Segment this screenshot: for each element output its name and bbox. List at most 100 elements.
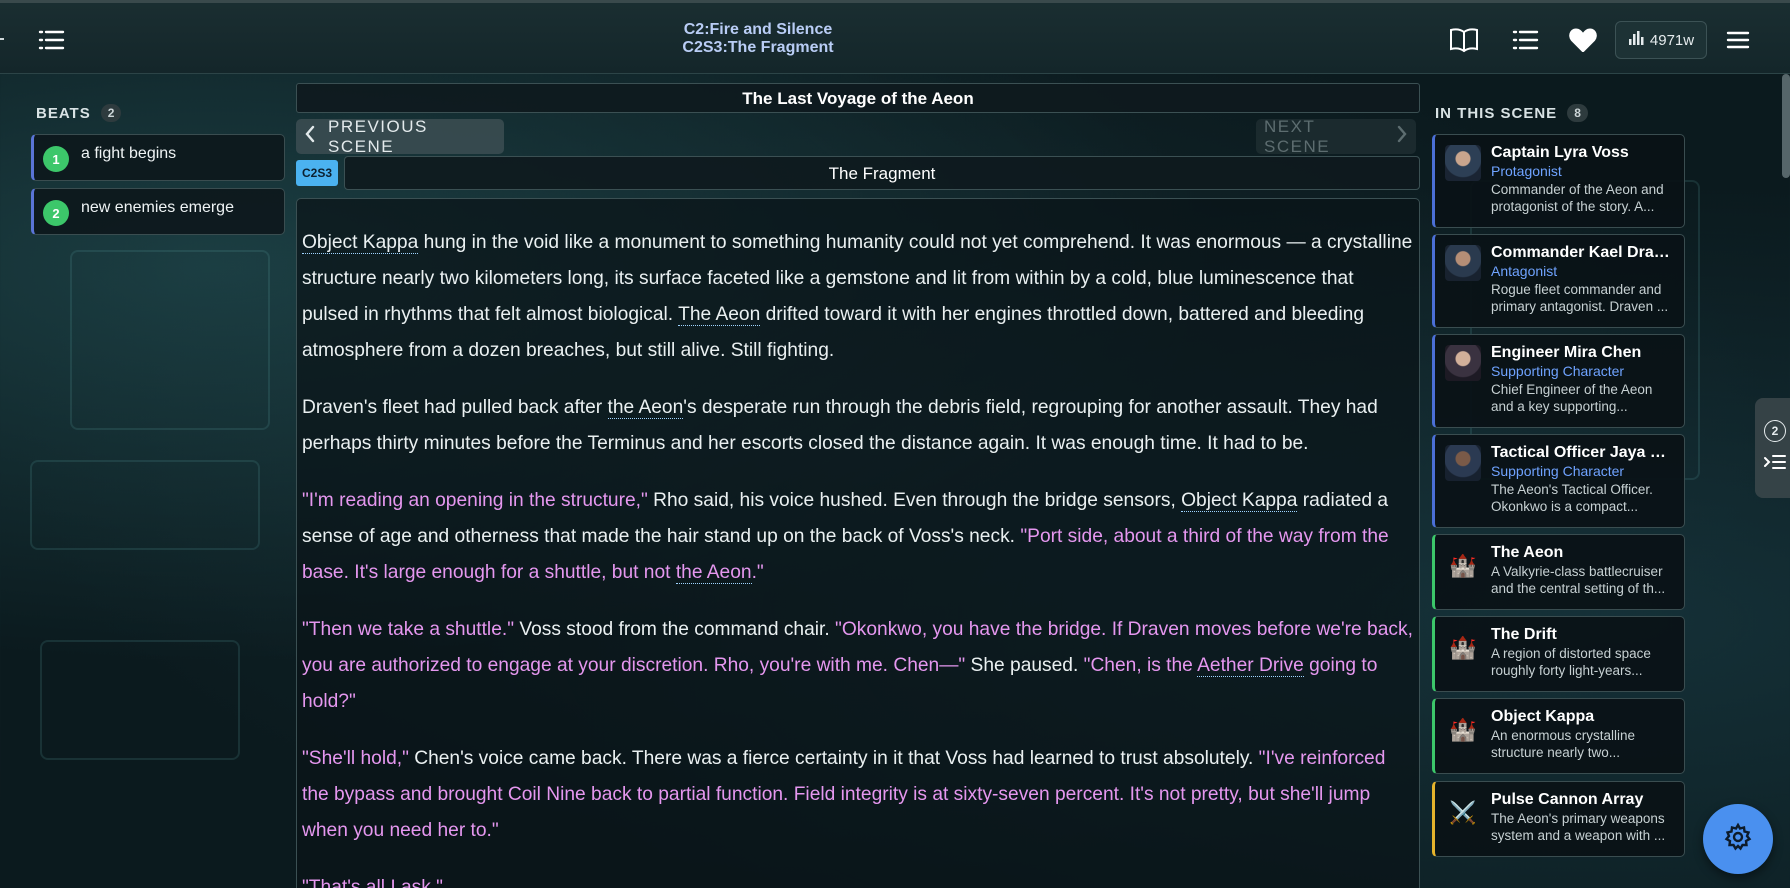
entity-name: Object Kappa (1491, 708, 1595, 725)
scene-title-field[interactable]: The Fragment (344, 156, 1420, 190)
entity-card-character[interactable]: Captain Lyra Voss Protagonist Commander … (1432, 134, 1685, 228)
narration-text: Rho said, his voice hushed. Even through… (647, 490, 1182, 511)
entity-link[interactable]: Object Kappa (1181, 490, 1298, 512)
dialogue-text: "Chen, is the (1083, 655, 1198, 676)
entity-name: The Drift (1491, 626, 1557, 643)
list-icon[interactable] (36, 27, 66, 53)
entity-name: Captain Lyra Voss (1491, 144, 1629, 161)
entity-description: The Aeon's primary weapons system and a … (1491, 811, 1666, 843)
entity-link[interactable]: Object Kappa (302, 232, 419, 254)
story-paragraph: "Then we take a shuttle." Voss stood fro… (302, 612, 1413, 720)
narration-text: She paused. (965, 655, 1084, 676)
next-scene-label: NEXT SCENE (1264, 116, 1331, 156)
entity-name: Engineer Mira Chen (1491, 344, 1642, 361)
entity-description: A region of distorted space roughly fort… (1491, 646, 1651, 678)
story-paragraph: Object Kappa hung in the void like a mon… (302, 225, 1413, 369)
entity-card-location[interactable]: 🏰 The Drift A region of distorted space … (1432, 616, 1685, 692)
word-count: 4971w (1649, 31, 1695, 49)
indent-icon (1764, 454, 1786, 475)
scene-text-editor[interactable]: Object Kappa hung in the void like a mon… (296, 198, 1420, 888)
entity-role: Antagonist (1491, 263, 1558, 279)
page-scrollbar[interactable] (1782, 74, 1790, 178)
narration-text: Draven's fleet had pulled back after (302, 397, 608, 418)
entity-card-item[interactable]: ⚔️ Pulse Cannon Array The Aeon's primary… (1432, 781, 1685, 857)
back-edge[interactable] (0, 38, 4, 40)
beat-card[interactable]: 2 new enemies emerge (31, 188, 285, 235)
next-scene-button[interactable]: NEXT SCENE (1256, 116, 1416, 156)
castle-icon: 🏰 (1449, 635, 1477, 660)
avatar (1445, 445, 1481, 481)
scene-tag-badge: C2S3 (296, 160, 338, 186)
beat-label: a fight begins (81, 145, 177, 162)
story-paragraph: Draven's fleet had pulled back after the… (302, 390, 1413, 462)
entity-role: Supporting Character (1491, 363, 1625, 379)
entity-name: Tactical Officer Jaya Okonkwo (1491, 444, 1674, 461)
chapter-title: C2:Fire and Silence (683, 21, 833, 38)
dialogue-text: "Then we take a shuttle." (302, 619, 515, 640)
dialogue-text: ." (751, 562, 764, 583)
avatar (1445, 145, 1481, 181)
entity-link[interactable]: the Aeon (607, 397, 684, 419)
previous-scene-button[interactable]: PREVIOUS SCENE (296, 116, 504, 156)
side-panel-count: 2 (1764, 420, 1786, 442)
chevron-left-icon (304, 125, 316, 148)
heart-icon[interactable] (1568, 27, 1598, 53)
swords-icon: ⚔️ (1449, 800, 1477, 825)
entity-role: Supporting Character (1491, 463, 1625, 479)
entity-card-location[interactable]: 🏰 Object Kappa An enormous crystalline s… (1432, 698, 1685, 774)
dialogue-text: "I'm reading an opening in the structure… (302, 490, 648, 511)
word-count-badge[interactable]: 4971w (1615, 21, 1707, 59)
entity-name: The Aeon (1491, 544, 1564, 561)
beats-title: BEATS (36, 104, 91, 122)
side-panel-toggle[interactable]: 2 (1755, 398, 1790, 498)
entity-card-location[interactable]: 🏰 The Aeon A Valkyrie-class battlecruise… (1432, 534, 1685, 610)
beat-number-badge: 1 (43, 146, 69, 172)
castle-icon: 🏰 (1449, 717, 1477, 742)
dialogue-text: "That's all I ask." (302, 877, 443, 888)
entity-description: Rogue fleet commander and primary antago… (1491, 282, 1669, 314)
beats-count-badge: 2 (100, 104, 122, 122)
entity-name: Commander Kael Draven (1491, 244, 1674, 261)
avatar (1445, 345, 1481, 381)
beat-number-badge: 2 (43, 200, 69, 226)
in-this-scene-title: IN THIS SCENE (1435, 104, 1558, 122)
entity-card-character[interactable]: Commander Kael Draven Antagonist Rogue f… (1432, 234, 1685, 328)
previous-scene-label: PREVIOUS SCENE (328, 116, 428, 156)
beats-header: BEATS 2 (36, 104, 122, 122)
story-paragraph: "I'm reading an opening in the structure… (302, 483, 1413, 591)
dialogue-text: "She'll hold," (302, 748, 409, 769)
bar-chart-icon (1628, 30, 1644, 50)
entity-card-character[interactable]: Tactical Officer Jaya Okonkwo Supporting… (1432, 434, 1685, 528)
hamburger-icon[interactable] (1724, 27, 1752, 53)
entity-link[interactable]: the Aeon (675, 562, 752, 584)
castle-icon: 🏰 (1449, 553, 1477, 578)
beat-label: new enemies emerge (81, 199, 234, 216)
story-paragraph: "She'll hold," Chen's voice came back. T… (302, 741, 1413, 849)
entity-role: Protagonist (1491, 163, 1562, 179)
entity-count-badge: 8 (1567, 104, 1588, 122)
top-bar: C2:Fire and Silence C2S3:The Fragment 49… (0, 0, 1790, 74)
story-title: The Last Voyage of the Aeon (296, 83, 1420, 113)
background-panel (30, 460, 260, 550)
entity-name: Pulse Cannon Array (1491, 791, 1644, 808)
entity-description: Chief Engineer of the Aeon and a key sup… (1491, 382, 1653, 414)
book-icon[interactable] (1448, 25, 1480, 55)
entity-card-character[interactable]: Engineer Mira Chen Supporting Character … (1432, 334, 1685, 428)
outline-list-icon[interactable] (1510, 27, 1540, 53)
background-panel (40, 640, 240, 760)
chevron-right-icon (1396, 125, 1408, 148)
background-panel (70, 250, 270, 430)
gear-icon (1723, 822, 1753, 857)
beat-card[interactable]: 1 a fight begins (31, 134, 285, 181)
entity-link[interactable]: The Aeon (678, 304, 761, 326)
narration-text: Voss stood from the command chair. (514, 619, 836, 640)
in-this-scene-header: IN THIS SCENE 8 (1435, 104, 1588, 122)
story-paragraph: "That's all I ask." (302, 870, 1413, 888)
scene-breadcrumb: C2S3:The Fragment (682, 39, 834, 56)
narration-text: Chen's voice came back. There was a fier… (408, 748, 1259, 769)
chapter-heading: C2:Fire and Silence C2S3:The Fragment (560, 21, 956, 57)
avatar (1445, 245, 1481, 281)
entity-description: A Valkyrie-class battlecruiser and the c… (1491, 564, 1666, 596)
settings-button[interactable] (1703, 804, 1773, 874)
entity-link[interactable]: Aether Drive (1197, 655, 1304, 677)
